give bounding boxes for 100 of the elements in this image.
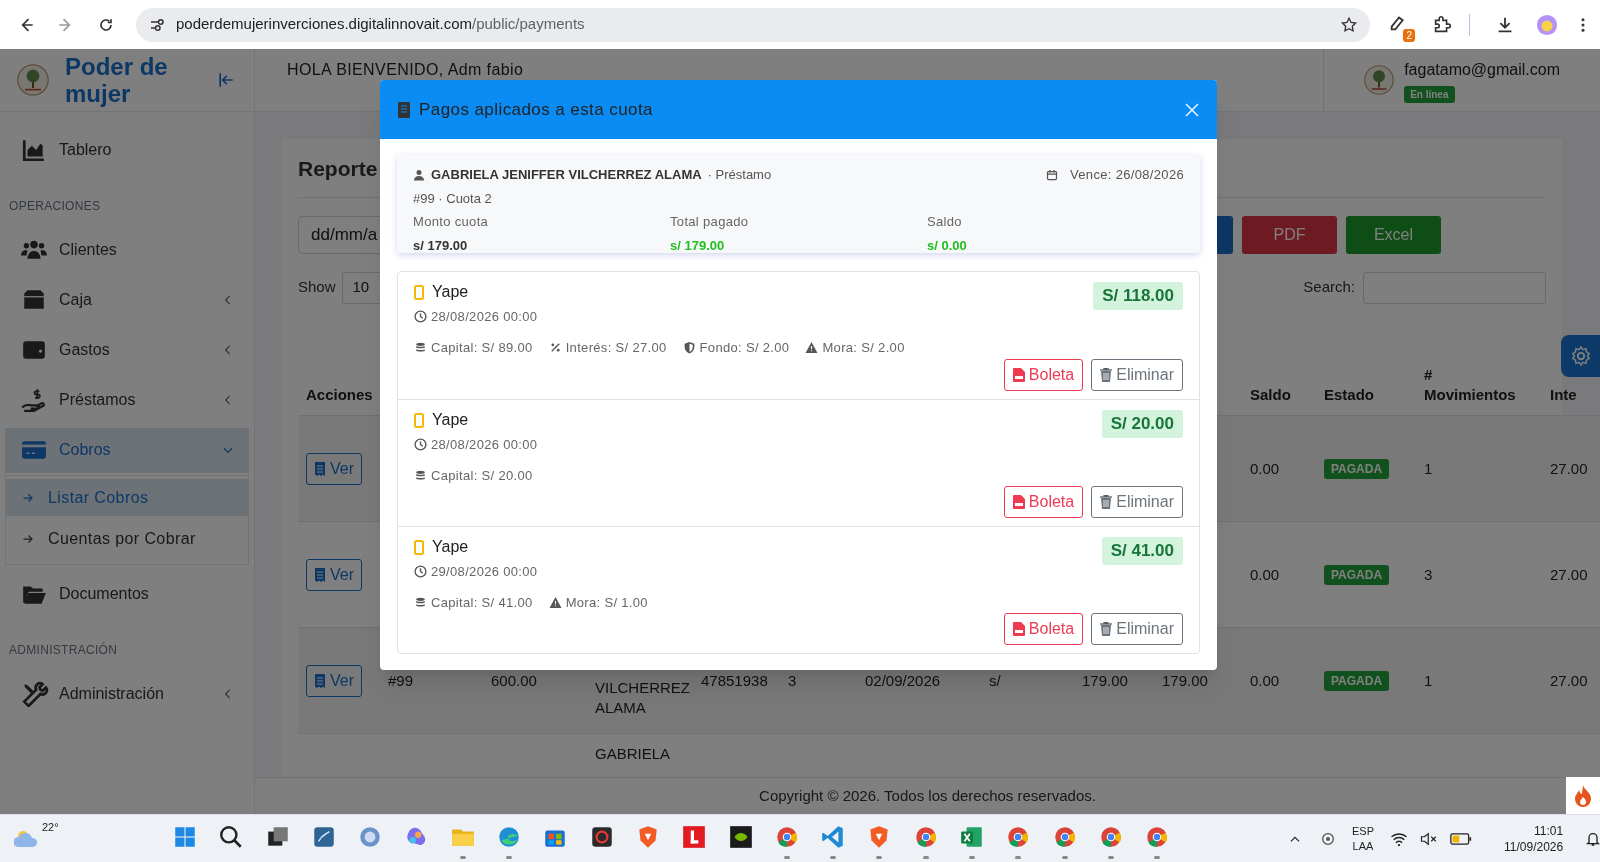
pdf-file-icon (1012, 495, 1025, 509)
sidebar-item[interactable]: Clientes (5, 227, 249, 273)
payment-date: 28/08/2026 00:00 (431, 436, 538, 454)
clock[interactable]: 11:01 11/09/2026 (1504, 823, 1564, 855)
app-icon[interactable] (727, 824, 754, 850)
sidebar-item[interactable]: Administración (5, 671, 249, 717)
logo-icon (17, 64, 49, 96)
loan-type: · Préstamo (707, 166, 772, 184)
table-cell-text: 27.00 (1550, 458, 1589, 479)
table-cell-text: 1 (1424, 670, 1434, 691)
profile-avatar-icon[interactable] (1536, 13, 1558, 36)
phone-icon (414, 539, 424, 555)
close-icon[interactable] (1183, 100, 1201, 119)
settings-tab[interactable] (1561, 335, 1600, 377)
payment-detail: Mora: S/ 2.00 (822, 338, 905, 357)
section-heading: OPERACIONES (8, 198, 102, 215)
greeting-text: HOLA BIENVENIDO, Adm fabio (287, 60, 524, 80)
tools-icon (19, 681, 49, 707)
warning-icon (805, 340, 819, 354)
warning-icon (548, 595, 562, 609)
excel-button[interactable]: Excel (1346, 215, 1441, 254)
table-cell-text: 0.00 (1250, 564, 1281, 585)
trash-icon (1100, 495, 1113, 509)
search-label: Search: (1303, 277, 1355, 298)
address-bar[interactable]: poderdemujerinverciones.digitalinnovait.com/public/payments (136, 7, 1370, 42)
sidebar-item[interactable]: Cobros (5, 427, 249, 473)
payment-date: 28/08/2026 00:00 (431, 308, 538, 326)
running-indicator (506, 856, 513, 859)
notification-bell-icon[interactable] (1585, 831, 1600, 847)
pdf-button[interactable]: PDF (1242, 215, 1337, 254)
receipt-button[interactable]: Boleta (1003, 613, 1084, 645)
sidebar-item[interactable]: Documentos (5, 571, 249, 617)
debug-toolbar-button[interactable] (1566, 777, 1600, 814)
shield-icon (682, 340, 696, 354)
view-button[interactable]: Ver (306, 452, 362, 485)
column-header: # Movimientos (1424, 365, 1514, 405)
view-button[interactable]: Ver (306, 558, 362, 591)
running-indicator (783, 856, 790, 859)
delete-button[interactable]: Eliminar (1091, 359, 1183, 391)
column-header: Acciones (306, 385, 374, 405)
clock-icon (414, 438, 427, 452)
running-indicator (876, 856, 883, 859)
table-cell-text: 3 (788, 670, 798, 691)
table-cell-text: 0.00 (1250, 458, 1281, 479)
table-cell-text: 47851938 (701, 670, 769, 691)
language-indicator[interactable]: ESP LAA (1352, 824, 1374, 854)
tray-app-icon[interactable] (1320, 831, 1336, 847)
table-cell-text: 27.00 (1550, 670, 1589, 691)
table-cell-text: s/ (989, 670, 1002, 691)
table-cell-text: 3 (1424, 564, 1434, 585)
show-label: Show (298, 277, 336, 298)
sidebar-item[interactable]: Préstamos (5, 377, 249, 423)
status-badge: PAGADA (1324, 565, 1390, 586)
search-field[interactable] (1363, 271, 1546, 304)
table-cell-text: 02/09/2026 (865, 670, 942, 691)
status-badge: En línea (1404, 85, 1455, 103)
clock-icon (414, 565, 427, 579)
receipt-icon (314, 461, 326, 476)
receipt-icon (314, 567, 326, 582)
section-heading: ADMINISTRACIÓN (8, 641, 119, 659)
running-indicator (459, 856, 466, 859)
pdf-file-icon (1012, 368, 1025, 382)
due-date: Vence: 26/08/2026 (1070, 166, 1184, 184)
volume-muted-icon[interactable] (1420, 831, 1438, 847)
calendar-icon (1046, 168, 1059, 181)
person-icon (413, 168, 425, 181)
collapse-sidebar-icon[interactable] (216, 70, 236, 90)
submenu-item[interactable]: Listar Cobros (6, 479, 248, 516)
arrow-right-icon (22, 491, 34, 504)
status-badge: PAGADA (1324, 671, 1390, 692)
coins-icon (414, 340, 427, 354)
delete-button[interactable]: Eliminar (1091, 486, 1183, 518)
battery-icon[interactable] (1450, 832, 1472, 846)
view-button[interactable]: Ver (306, 664, 362, 697)
payment-detail: Fondo: S/ 2.00 (699, 338, 790, 357)
running-indicator (1061, 856, 1068, 859)
sidebar-item[interactable]: Caja (5, 277, 249, 323)
payment-detail: Mora: S/ 1.00 (565, 593, 648, 612)
clock-icon (414, 310, 427, 324)
phone-icon (414, 412, 424, 428)
payment-detail: Interés: S/ 27.00 (565, 338, 667, 357)
table-cell: VILCHERREZ ALAMA (595, 678, 690, 718)
submenu-item[interactable]: Cuentas por Cobrar (6, 520, 248, 557)
sidebar-item[interactable]: Tablero (5, 127, 249, 173)
document-icon (397, 101, 411, 118)
url-text: poderdemujerinverciones.digitalinnovait.com/public/payments (176, 14, 585, 35)
weather-temperature: 22° (42, 820, 59, 835)
column-header: Estado (1324, 385, 1375, 405)
table-cell-text: 600.00 (491, 670, 538, 691)
settings-icon (1569, 345, 1592, 367)
delete-button[interactable]: Eliminar (1091, 613, 1183, 645)
receipt-button[interactable]: Boleta (1003, 359, 1084, 391)
start-icon[interactable] (172, 824, 198, 850)
pdf-file-icon (1012, 622, 1025, 636)
user-avatar-icon (1364, 65, 1395, 95)
sidebar-item[interactable]: Gastos (5, 327, 249, 373)
running-indicator (1154, 856, 1161, 859)
table-cell-text: 0.00 (1250, 670, 1281, 691)
receipt-button[interactable]: Boleta (1003, 486, 1084, 518)
wifi-icon[interactable] (1390, 831, 1408, 847)
